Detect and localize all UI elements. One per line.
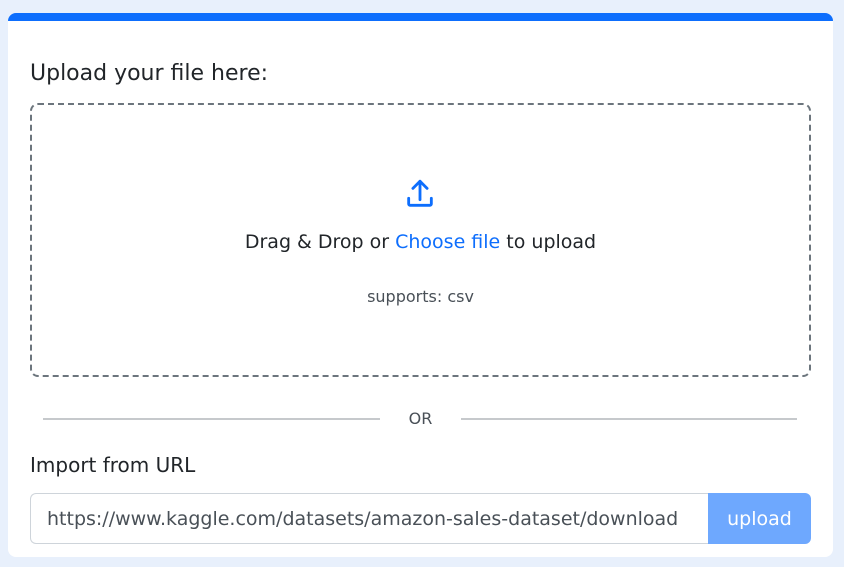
upload-icon [407,179,433,207]
or-divider: OR [43,402,797,430]
divider-line-left [43,418,380,420]
upload-card: Upload your file here: Drag & Drop or Ch… [8,13,833,557]
upload-title: Upload your file here: [30,61,269,86]
drag-drop-text: Drag & Drop or Choose file to upload [32,231,809,253]
or-label: OR [408,409,433,428]
supported-formats: supports: csv [367,287,474,306]
drag-prefix: Drag & Drop or [244,231,396,253]
divider-line-right [461,418,797,420]
url-input[interactable] [30,493,709,544]
url-input-group: upload [30,493,811,544]
drop-zone[interactable]: Drag & Drop or Choose file to upload sup… [30,103,811,377]
drag-suffix: to upload [500,231,597,253]
choose-file-link[interactable]: Choose file [395,231,500,253]
upload-button[interactable]: upload [708,493,811,544]
import-url-label: Import from URL [30,453,196,477]
